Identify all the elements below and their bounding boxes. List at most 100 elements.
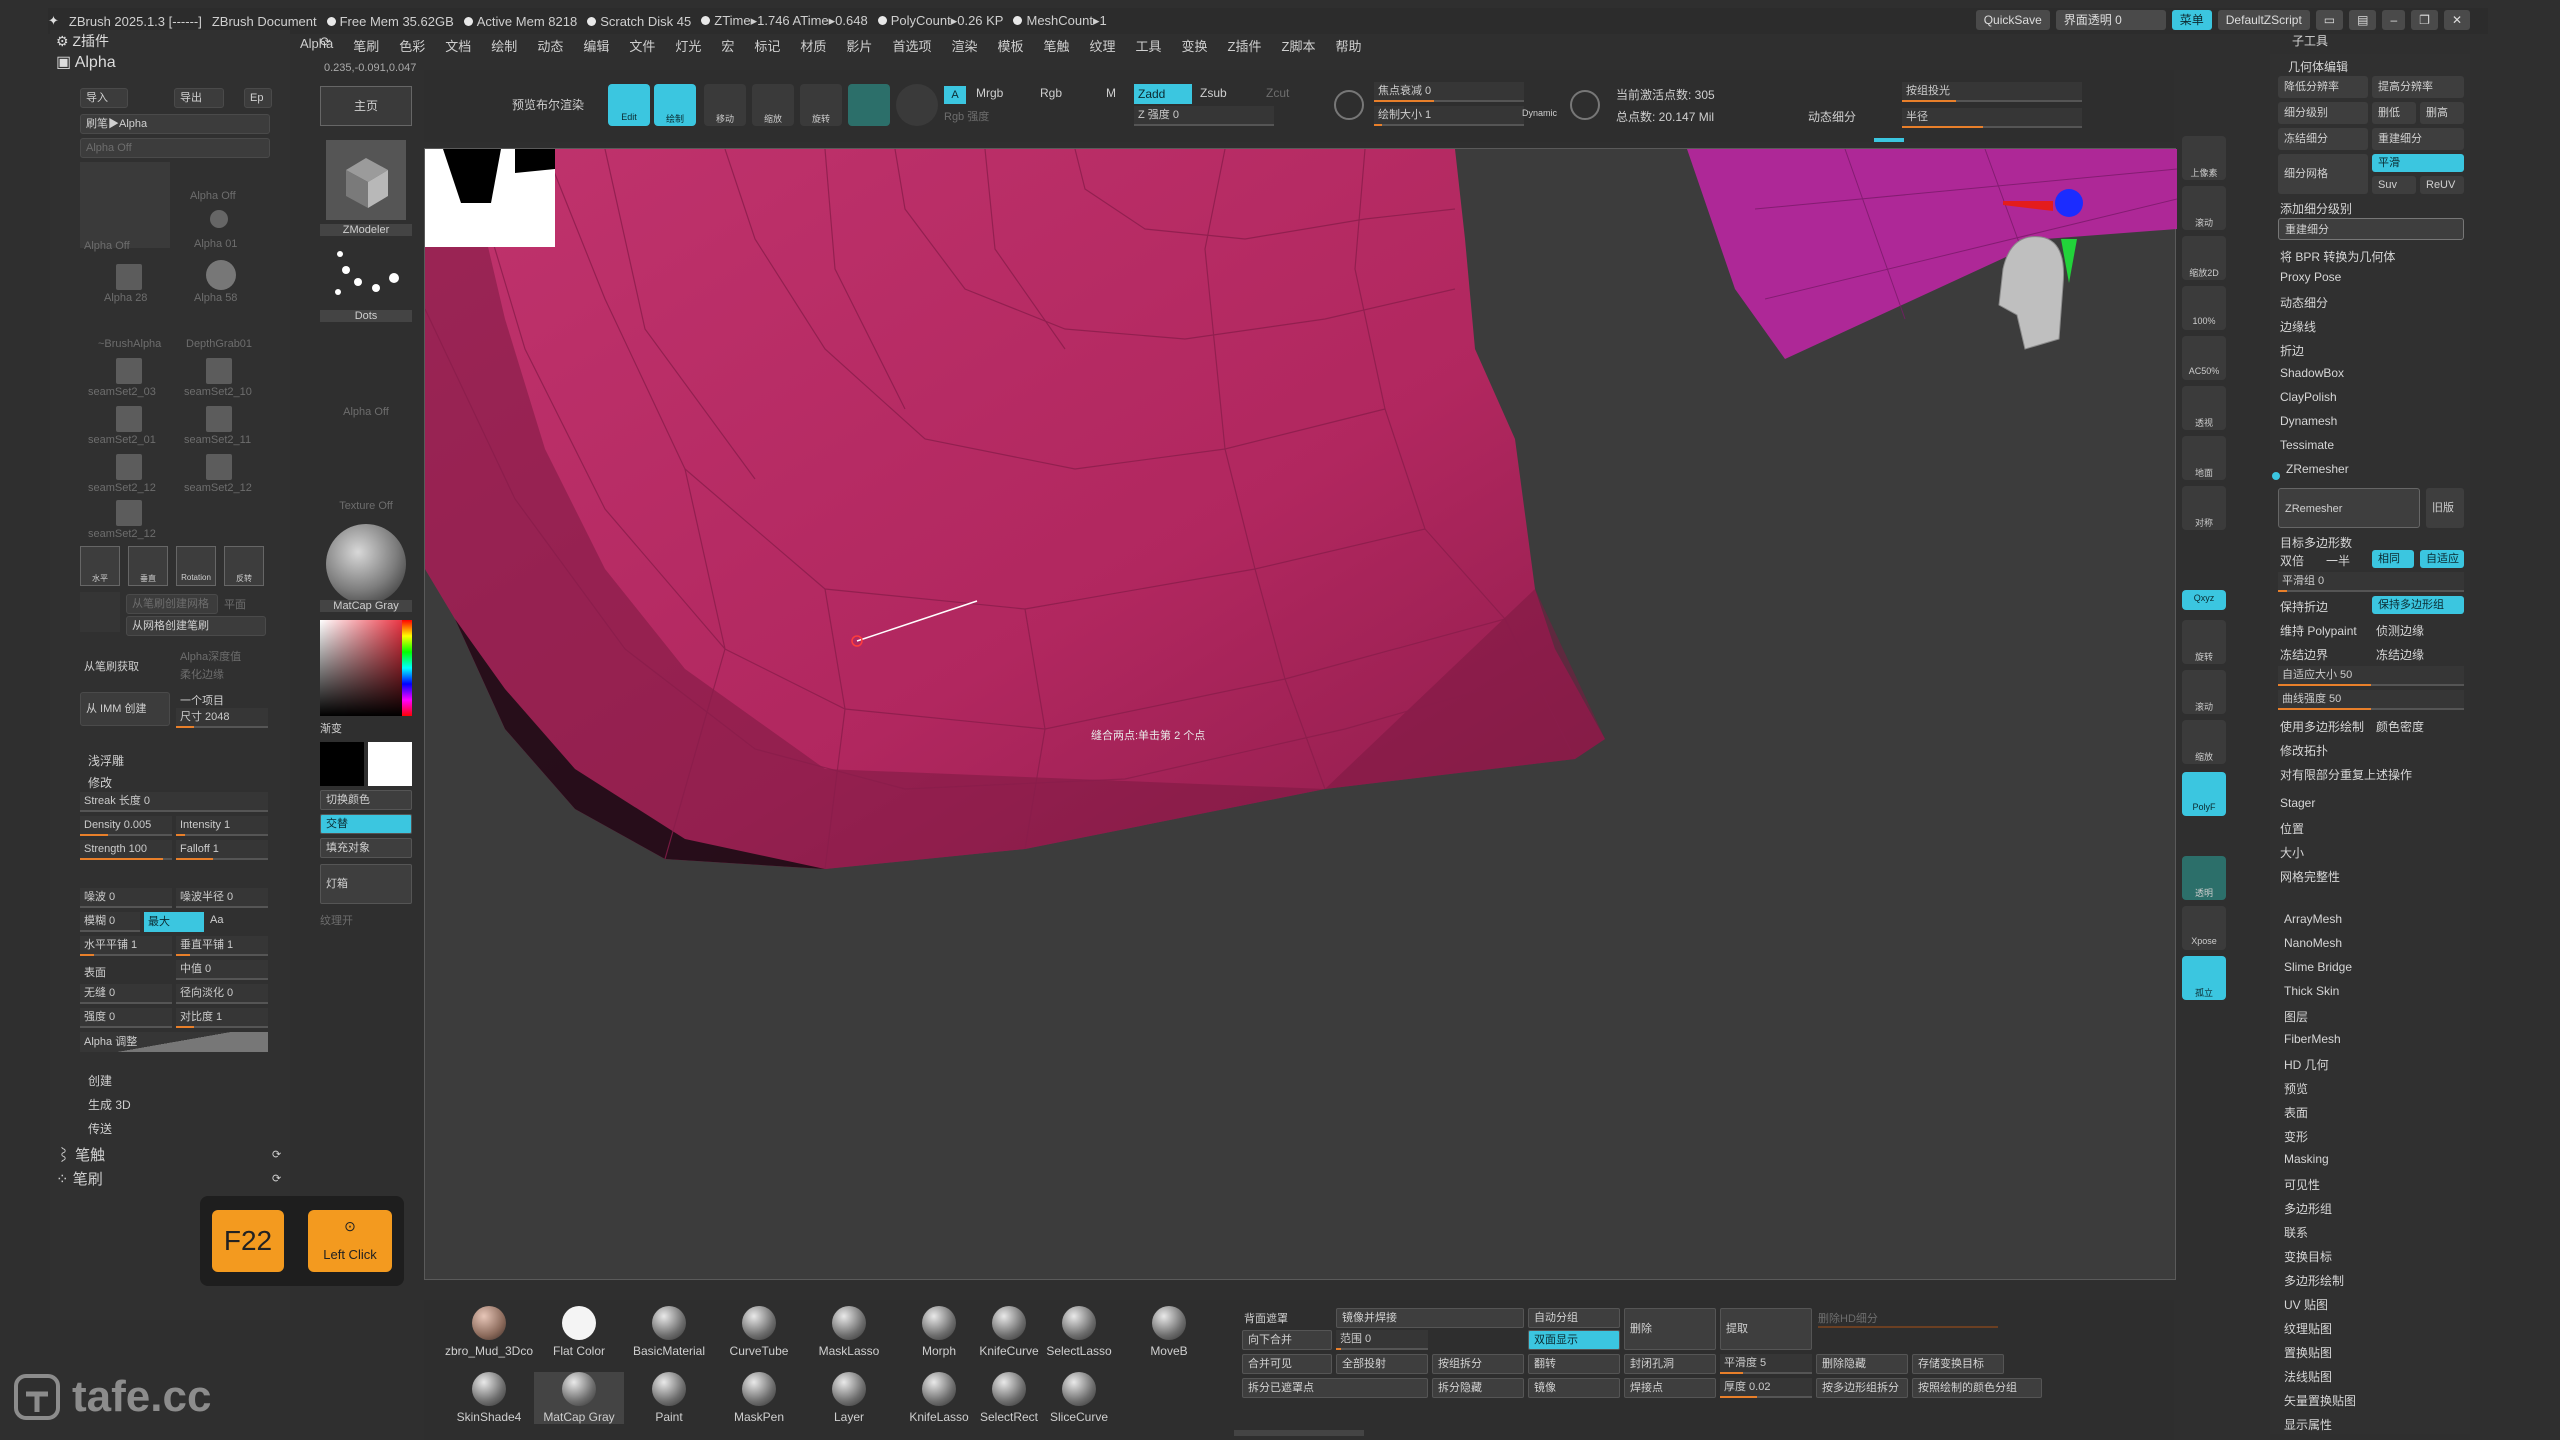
strength-slider[interactable]: Strength 100 <box>80 840 172 860</box>
rotation-button[interactable]: Rotation <box>176 546 216 586</box>
rebuild-subdiv-button[interactable]: 重建细分 <box>2278 218 2464 240</box>
weld-points-button[interactable]: 焊接点 <box>1624 1378 1716 1398</box>
menu-item[interactable]: 渲染 <box>951 36 977 58</box>
del-hidden-hd-slider[interactable]: 删除HD细分 <box>1818 1310 1998 1328</box>
del-higher-button[interactable]: 删高 <box>2420 102 2464 124</box>
max-button[interactable]: 最大 <box>144 912 204 932</box>
brush-slot[interactable]: BasicMaterial <box>624 1306 714 1358</box>
subtool-section[interactable]: 纹理贴图 <box>2284 1320 2332 1337</box>
a-button[interactable]: A <box>944 86 966 104</box>
geometry-item[interactable]: Tessimate <box>2280 438 2334 452</box>
restore-icon[interactable]: ❐ <box>2411 10 2438 30</box>
quicksave-button[interactable]: QuickSave <box>1975 10 2050 30</box>
menu-item[interactable]: 首选项 <box>892 36 931 58</box>
subtool-section[interactable]: 表面 <box>2284 1104 2308 1121</box>
seam-thumb-5[interactable] <box>116 454 142 480</box>
geometry-item[interactable]: 边缘线 <box>2280 318 2316 335</box>
seam-thumb-1[interactable] <box>116 358 142 384</box>
keep-polygroup-button[interactable]: 保持多边形组 <box>2372 596 2464 614</box>
brush-slot[interactable]: SkinShade4 <box>444 1372 534 1424</box>
flip-button[interactable]: 翻转 <box>1528 1354 1620 1374</box>
mirror-weld-button[interactable]: 镜像并焊接 <box>1336 1308 1524 1328</box>
merge-visible-button[interactable]: 合并可见 <box>1242 1354 1332 1374</box>
geometry-item[interactable]: ShadowBox <box>2280 366 2344 380</box>
all-proj-button[interactable]: 全部投射 <box>1336 1354 1428 1374</box>
noise-slider[interactable]: 噪波 0 <box>80 888 172 908</box>
geometry-item[interactable]: ClayPolish <box>2280 390 2337 404</box>
aa-button[interactable]: Aa <box>210 914 223 926</box>
close-holes-button[interactable]: 封闭孔洞 <box>1624 1354 1716 1374</box>
subtool-section[interactable]: 预览 <box>2284 1080 2308 1097</box>
brush-slot[interactable]: MaskPen <box>714 1372 804 1424</box>
brush-alpha-button[interactable]: 刷笔▶Alpha <box>80 114 270 134</box>
matcap-thumb[interactable] <box>326 524 406 604</box>
menu-item[interactable]: 灯光 <box>675 36 701 58</box>
zadd-button[interactable]: Zadd <box>1134 84 1192 104</box>
rotate-view-button[interactable]: 旋转 <box>2182 620 2226 664</box>
repeat-op-button[interactable]: 对有限部分重复上述操作 <box>2280 766 2412 783</box>
curve-strength-slider[interactable]: 曲线强度 50 <box>2278 690 2464 710</box>
fill-object-button[interactable]: 填充对象 <box>320 838 412 858</box>
layout2-icon[interactable]: ▤ <box>2349 10 2377 30</box>
subtool-section[interactable]: 变换目标 <box>2284 1248 2332 1265</box>
rgb-strength-slider[interactable]: Rgb 强度 <box>944 108 989 124</box>
brush-slot[interactable]: zbro_Mud_3Dco <box>444 1306 534 1358</box>
brush-mesh-thumb[interactable] <box>80 592 120 632</box>
floor-button[interactable]: 地面 <box>2182 436 2226 480</box>
menu-item[interactable]: 标记 <box>754 36 780 58</box>
alpha58-thumb[interactable] <box>206 260 236 290</box>
menu-item[interactable]: 材质 <box>800 36 826 58</box>
menu-item[interactable]: 文档 <box>445 36 471 58</box>
double-display-button[interactable]: 双面显示 <box>1528 1330 1620 1350</box>
adapt-size-slider[interactable]: 自适应大小 50 <box>2278 666 2464 686</box>
subtool-section[interactable]: Masking <box>2284 1152 2329 1166</box>
size-header[interactable]: 大小 <box>2280 844 2304 861</box>
menu-item[interactable]: 影片 <box>846 36 872 58</box>
subtool-section[interactable]: 可见性 <box>2284 1176 2320 1193</box>
m-button[interactable]: M <box>1106 86 1116 100</box>
material-toggle-icon[interactable] <box>896 84 938 126</box>
viewport-canvas[interactable]: 缝合两点:单击第 2 个点 <box>424 148 2177 1280</box>
hue-strip[interactable] <box>402 620 412 716</box>
menu-item[interactable]: Z脚本 <box>1282 36 1316 58</box>
dynamic-label[interactable]: Dynamic <box>1522 108 1557 118</box>
alpha28-thumb[interactable] <box>116 264 142 290</box>
brush-slot[interactable]: SelectLasso <box>1034 1306 1124 1358</box>
blur-slider[interactable]: 模糊 0 <box>80 912 140 932</box>
brush-slot[interactable]: CurveTube <box>714 1306 804 1358</box>
subtool-section[interactable]: 联系 <box>2284 1224 2308 1241</box>
brush-slot[interactable]: MoveB <box>1124 1306 1214 1358</box>
close-icon[interactable]: ✕ <box>2443 10 2470 30</box>
brush-refresh-icon[interactable]: ⟳ <box>272 1172 281 1185</box>
subtool-section[interactable]: Thick Skin <box>2284 984 2339 998</box>
menu-item[interactable]: 动态 <box>537 36 563 58</box>
alternate-button[interactable]: 交替 <box>320 814 412 834</box>
falloff-slider[interactable]: Falloff 1 <box>176 840 268 860</box>
secondary-color[interactable] <box>320 742 364 786</box>
invert-button[interactable]: 反转 <box>224 546 264 586</box>
minimize-icon[interactable]: – <box>2382 10 2406 30</box>
del-hidden-button[interactable]: 删除隐藏 <box>1816 1354 1908 1374</box>
subtool-section[interactable]: 图层 <box>2284 1008 2308 1025</box>
mrgb-button[interactable]: Mrgb <box>976 86 1003 100</box>
subtool-section[interactable]: 法线贴图 <box>2284 1368 2332 1385</box>
geometry-item[interactable]: Proxy Pose <box>2280 270 2341 284</box>
alpha-header[interactable]: ▣ Alpha <box>50 52 290 74</box>
zoom-view-button[interactable]: 缩放 <box>2182 720 2226 764</box>
polyframe-button[interactable]: PolyF <box>2182 772 2226 816</box>
plugin-header[interactable]: ⚙ Z插件 <box>50 30 290 52</box>
auto-group-button[interactable]: 自动分组 <box>1528 1308 1620 1328</box>
density-slider[interactable]: Density 0.005 <box>80 816 172 836</box>
focal-icon[interactable] <box>1334 90 1364 120</box>
primary-color[interactable] <box>368 742 412 786</box>
subtool-section[interactable]: 显示属性 <box>2284 1416 2332 1433</box>
stroke-refresh-icon[interactable]: ⟳ <box>272 1148 281 1161</box>
lightbox-button[interactable]: 灯箱 <box>320 864 412 904</box>
geometry-item[interactable]: 动态细分 <box>2280 294 2328 311</box>
z-strength-slider[interactable]: Z 强度 0 <box>1134 106 1274 126</box>
menu-item[interactable]: 变换 <box>1182 36 1208 58</box>
split-hidden-button[interactable]: 拆分隐藏 <box>1432 1378 1524 1398</box>
perspective-button[interactable]: 透视 <box>2182 386 2226 430</box>
menu-item[interactable]: 帮助 <box>1335 36 1361 58</box>
transparency-slider[interactable]: 界面透明 0 <box>2055 10 2166 30</box>
